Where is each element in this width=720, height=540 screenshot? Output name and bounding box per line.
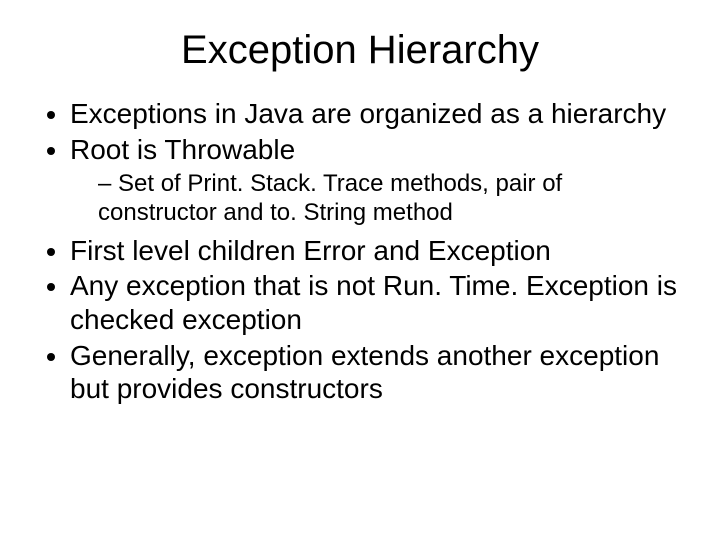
bullet-item: Root is Throwable Set of Print. Stack. T… [70,133,680,228]
bullet-item: Any exception that is not Run. Time. Exc… [70,269,680,336]
bullet-item: Exceptions in Java are organized as a hi… [70,97,680,131]
sub-bullet-item: Set of Print. Stack. Trace methods, pair… [98,170,680,228]
bullet-item: First level children Error and Exception [70,234,680,268]
slide-title: Exception Hierarchy [40,28,680,73]
bullet-text: Root is Throwable [70,134,295,165]
sub-bullet-list: Set of Print. Stack. Trace methods, pair… [70,170,680,228]
slide: Exception Hierarchy Exceptions in Java a… [0,0,720,540]
bullet-item: Generally, exception extends another exc… [70,339,680,406]
bullet-list: Exceptions in Java are organized as a hi… [40,97,680,406]
